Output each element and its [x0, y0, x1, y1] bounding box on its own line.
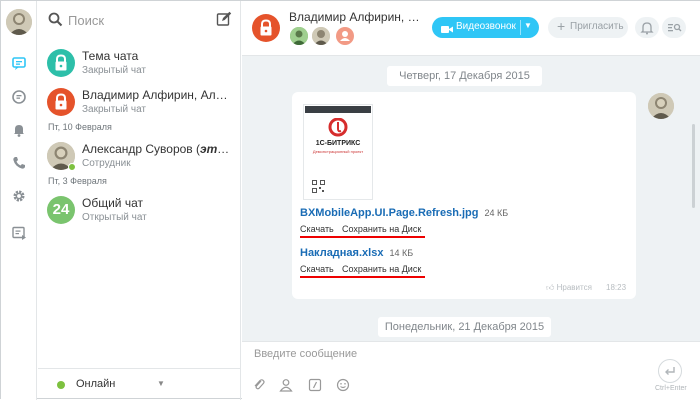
- status-dot: [57, 381, 65, 389]
- user-placeholder-icon[interactable]: [336, 27, 354, 45]
- bitrix-logo-icon: [321, 117, 355, 141]
- lock-icon: [47, 88, 75, 116]
- chat-area: Владимир Алфирин, Алек... Видеозвонок ▼ …: [242, 1, 700, 400]
- chat-subtitle: Открытый чат: [82, 212, 147, 223]
- lock-icon: [252, 14, 280, 42]
- status-selector[interactable]: Онлайн ▼: [38, 368, 241, 400]
- new-chat-compose-icon[interactable]: [216, 11, 232, 30]
- phone-icon[interactable]: [11, 155, 27, 171]
- plus-icon: +: [557, 18, 566, 34]
- my-avatar[interactable]: [6, 9, 32, 35]
- message-composer: Введите сообщение Ctrl+Enter: [242, 341, 700, 400]
- search-bar[interactable]: Поиск: [46, 9, 236, 33]
- chat-title: Владимир Алфирин, Алекс...: [82, 88, 232, 102]
- open-lines-icon[interactable]: [11, 89, 27, 105]
- avatar[interactable]: [648, 93, 674, 119]
- search-icon: [48, 12, 63, 30]
- red-underline: [300, 236, 425, 238]
- chat-title: Общий чат: [82, 196, 143, 210]
- send-button[interactable]: [658, 359, 682, 383]
- chat-subtitle: Сотрудник: [82, 158, 131, 169]
- date-separator: Пт, 10 Февраля: [48, 122, 112, 132]
- settings-gear-icon[interactable]: [11, 188, 27, 204]
- download-link[interactable]: Скачать: [300, 264, 334, 274]
- video-call-button[interactable]: Видеозвонок ▼: [432, 17, 539, 38]
- online-indicator: [68, 163, 76, 171]
- invite-label: Пригласить: [570, 21, 624, 32]
- thumb-brand: 1С-БИТРИКС: [315, 140, 361, 147]
- scrollbar[interactable]: [692, 124, 695, 208]
- chat-subtitle: Закрытый чат: [82, 104, 146, 115]
- date-divider: Четверг, 17 Декабря 2015: [387, 66, 542, 86]
- chat-title: Александр Суворов (это в...: [82, 142, 232, 156]
- list-item-general-chat[interactable]: 24 Общий чат Открытый чат: [38, 191, 241, 231]
- file-link[interactable]: BXMobileApp.UI.Page.Refresh.jpg 24 КБ: [300, 207, 508, 219]
- chevron-down-icon[interactable]: ▼: [524, 21, 532, 30]
- recent-chats-panel: Поиск Тема чата Закрытый чат Владимир Ал…: [38, 1, 241, 400]
- send-hint: Ctrl+Enter: [655, 385, 687, 392]
- save-to-disk-link[interactable]: Сохранить на Диск: [342, 264, 421, 274]
- list-item-group-chat[interactable]: Владимир Алфирин, Алекс... Закрытый чат: [38, 83, 241, 123]
- notifications-bell-icon[interactable]: [635, 17, 659, 38]
- qr-code-icon: [312, 180, 325, 196]
- message-time: 18:23: [606, 283, 627, 292]
- bell-icon[interactable]: [11, 122, 27, 138]
- thumb-subtitle: Демонстрационный проект: [312, 149, 364, 154]
- date-divider: Понедельник, 21 Декабря 2015: [378, 317, 551, 337]
- search-in-chat-icon[interactable]: [662, 17, 686, 38]
- date-separator: Пт, 3 Февраля: [48, 176, 107, 186]
- image-thumbnail[interactable]: 1С-БИТРИКС Демонстрационный проект: [303, 104, 373, 200]
- thumbs-up-icon: 👍︎: [546, 283, 555, 292]
- video-call-label: Видеозвонок: [456, 21, 516, 32]
- like-button[interactable]: 👍︎ Нравится: [546, 283, 592, 293]
- search-input[interactable]: Поиск: [68, 13, 104, 28]
- message-input[interactable]: Введите сообщение: [254, 348, 357, 360]
- chat-header: Владимир Алфирин, Алек... Видеозвонок ▼ …: [242, 1, 700, 56]
- chats-icon[interactable]: [11, 55, 27, 71]
- avatar[interactable]: [290, 27, 308, 45]
- chat-subtitle: Закрытый чат: [82, 65, 146, 76]
- status-label: Онлайн: [76, 378, 116, 390]
- download-link[interactable]: Скачать: [300, 224, 334, 234]
- icon-rail: [1, 1, 37, 400]
- save-to-disk-link[interactable]: Сохранить на Диск: [342, 224, 421, 234]
- chevron-down-icon: ▼: [157, 379, 165, 388]
- list-item-topic-chat[interactable]: Тема чата Закрытый чат: [38, 44, 241, 84]
- command-icon[interactable]: [308, 378, 322, 392]
- file-size: 14 КБ: [389, 248, 414, 258]
- messenger-window: Поиск Тема чата Закрытый чат Владимир Ал…: [0, 0, 700, 400]
- lock-icon: [47, 49, 75, 77]
- smile-icon[interactable]: [336, 378, 350, 392]
- history-list-icon[interactable]: [11, 225, 27, 241]
- chat-title: Тема чата: [82, 49, 139, 63]
- invite-button[interactable]: + Пригласить: [548, 17, 628, 38]
- file-link[interactable]: Накладная.xlsx 14 КБ: [300, 247, 413, 259]
- avatar[interactable]: [312, 27, 330, 45]
- red-underline: [300, 276, 425, 278]
- list-item-user-chat[interactable]: Александр Суворов (это в... Сотрудник: [38, 137, 241, 177]
- chat-counter-avatar: 24: [47, 196, 75, 224]
- camera-icon: [441, 23, 453, 37]
- file-size: 24 КБ: [484, 208, 509, 218]
- message-bubble: 1С-БИТРИКС Демонстрационный проект BXMob…: [292, 92, 636, 299]
- user-mention-icon[interactable]: [279, 378, 293, 392]
- chat-title[interactable]: Владимир Алфирин, Алек...: [289, 10, 424, 24]
- paperclip-icon[interactable]: [252, 378, 266, 392]
